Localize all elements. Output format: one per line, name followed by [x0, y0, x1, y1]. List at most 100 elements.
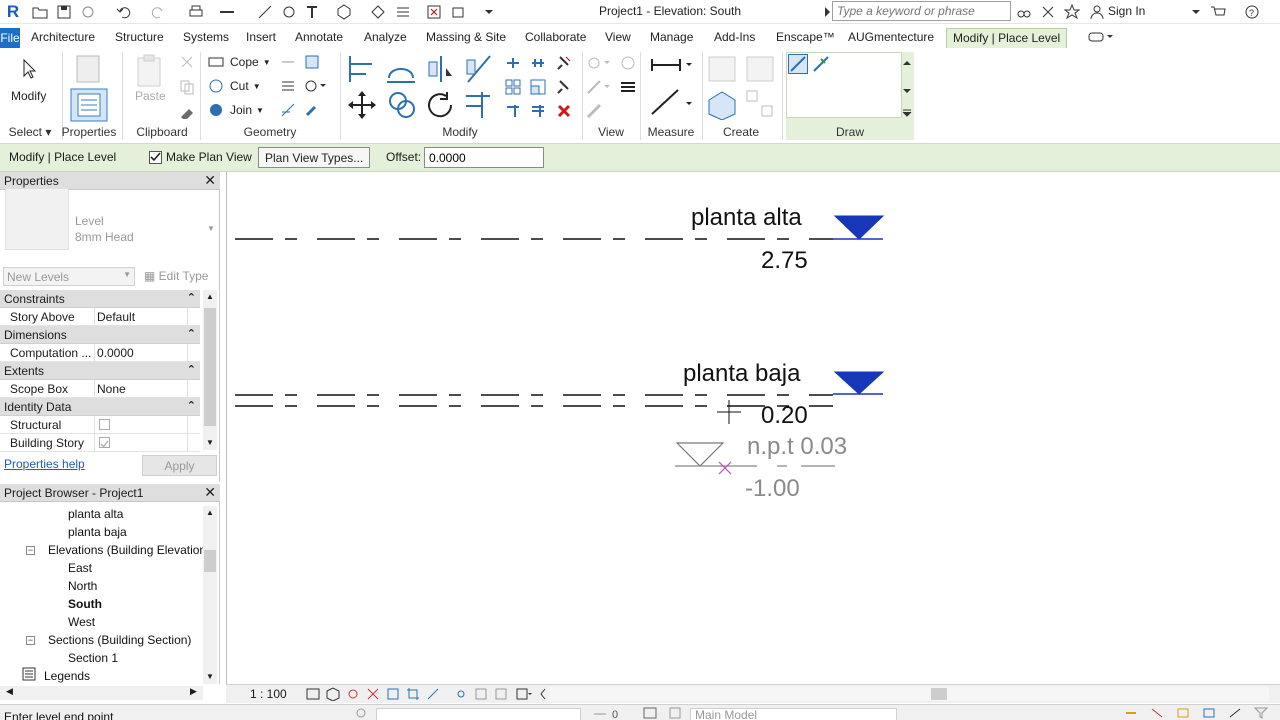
type-properties-icon[interactable]: [73, 54, 105, 86]
collapse-icon[interactable]: ⌃: [187, 327, 196, 340]
crop-view-icon[interactable]: [406, 687, 420, 701]
draw-line-icon[interactable]: [788, 54, 808, 74]
property-value[interactable]: 0.0000: [97, 346, 187, 360]
scrollbar-thumb[interactable]: [204, 308, 216, 426]
subscription-icon[interactable]: [1039, 3, 1057, 21]
type-name[interactable]: 8mm Head: [75, 230, 134, 244]
unpin-icon[interactable]: [556, 55, 572, 71]
create-similar-icon[interactable]: [744, 88, 776, 120]
reveal-hidden-icon[interactable]: [620, 55, 636, 71]
paste-button[interactable]: Paste: [135, 89, 166, 103]
tab-architecture[interactable]: Architecture: [31, 30, 95, 48]
tab-collaborate[interactable]: Collaborate: [525, 30, 586, 48]
trim-extend-icon[interactable]: [462, 90, 494, 120]
tree-item-section-1[interactable]: Section 1: [68, 651, 118, 665]
show-rendering-icon[interactable]: [386, 687, 400, 701]
tree-item-south[interactable]: South: [68, 597, 102, 611]
property-row[interactable]: Structural: [0, 416, 200, 434]
gallery-scroll-down-icon[interactable]: [902, 86, 912, 96]
tree-item-north[interactable]: North: [68, 579, 97, 593]
properties-icon[interactable]: [70, 88, 108, 122]
close-icon[interactable]: ✕: [204, 485, 216, 500]
gallery-expand-icon[interactable]: [902, 108, 912, 118]
select-panel-label[interactable]: Select ▾: [6, 125, 54, 139]
3d-view-icon[interactable]: [335, 3, 353, 21]
signin-dropdown-icon[interactable]: [1187, 3, 1205, 21]
tree-item-legends[interactable]: Legends: [44, 669, 90, 683]
property-row[interactable]: Story Above Default: [0, 308, 200, 326]
cut-clipboard-icon[interactable]: [179, 54, 195, 70]
cope-button[interactable]: Cope ▼: [230, 55, 271, 69]
modify-cursor-icon[interactable]: [20, 58, 40, 80]
elevation-drawing[interactable]: [227, 172, 1280, 684]
override-graphics-icon[interactable]: [586, 79, 612, 95]
join-dropdown-icon[interactable]: ▼: [256, 106, 264, 115]
browser-scrollbar[interactable]: ▲ ▼: [203, 506, 217, 684]
search-input[interactable]: [832, 1, 1011, 21]
move-icon[interactable]: [346, 90, 378, 120]
copy-elements-icon[interactable]: [387, 90, 417, 120]
collapse-icon[interactable]: ⌃: [187, 291, 196, 304]
measure-along-icon[interactable]: [650, 88, 694, 116]
scrollbar-thumb[interactable]: [204, 550, 216, 572]
scroll-up-icon[interactable]: ▲: [206, 292, 214, 301]
scroll-down-icon[interactable]: ▼: [206, 438, 214, 447]
view-scale[interactable]: 1 : 100: [250, 687, 287, 701]
property-value[interactable]: None: [97, 382, 187, 396]
tab-file[interactable]: File: [0, 28, 20, 48]
select-by-face-icon[interactable]: [1202, 707, 1216, 719]
tab-view[interactable]: View: [605, 30, 631, 48]
trim-multiple-icon[interactable]: [530, 103, 546, 119]
switch-windows-icon[interactable]: [450, 3, 468, 21]
text-icon[interactable]: [303, 3, 321, 21]
copy-icon[interactable]: [179, 79, 195, 95]
tab-structure[interactable]: Structure: [115, 30, 164, 48]
tree-item-planta-alta[interactable]: planta alta: [68, 507, 123, 521]
collapse-node-icon[interactable]: −: [26, 636, 35, 645]
scroll-up-icon[interactable]: ▲: [206, 508, 214, 517]
paste-icon[interactable]: [135, 54, 165, 88]
detail-level-icon[interactable]: [306, 687, 320, 701]
rotate-icon[interactable]: [425, 90, 455, 120]
scrollbar-thumb[interactable]: [931, 688, 947, 700]
split-element-icon[interactable]: [505, 55, 521, 71]
unlocked-3d-icon[interactable]: [454, 687, 468, 701]
measure-between-icon[interactable]: [650, 56, 694, 74]
edit-type-button[interactable]: ▦ Edit Type: [142, 267, 214, 286]
demolish-icon[interactable]: [280, 78, 296, 94]
filter-icon[interactable]: [1254, 707, 1268, 719]
tab-analyze[interactable]: Analyze: [364, 30, 407, 48]
worksharing-display-icon[interactable]: [516, 687, 532, 701]
scroll-down-icon[interactable]: ▼: [206, 672, 214, 681]
offset-icon[interactable]: [385, 54, 417, 84]
tab-add-ins[interactable]: Add-Ins: [714, 30, 755, 48]
property-row[interactable]: Scope Box None: [0, 380, 200, 398]
split-face-icon[interactable]: [304, 54, 320, 70]
shadows-icon[interactable]: [366, 687, 380, 701]
worksets-icon[interactable]: [354, 707, 368, 719]
tab-massing-site[interactable]: Massing & Site: [426, 30, 506, 48]
cut-dropdown-icon[interactable]: ▼: [253, 82, 261, 91]
open-icon[interactable]: [31, 3, 49, 21]
instance-filter-select[interactable]: New Levels ▼: [3, 267, 135, 286]
tab-manage[interactable]: Manage: [650, 30, 693, 48]
collapse-icon[interactable]: ⌃: [187, 399, 196, 412]
array-icon[interactable]: [505, 79, 521, 95]
level-line-planta-baja[interactable]: [235, 394, 833, 407]
tree-item-planta-baja[interactable]: planta baja: [68, 525, 127, 539]
mirror-draw-axis-icon[interactable]: [464, 54, 494, 84]
cope-icon[interactable]: [208, 54, 224, 70]
save-icon[interactable]: [55, 3, 73, 21]
measure-qat-icon[interactable]: [218, 3, 236, 21]
tree-item-east[interactable]: East: [68, 561, 92, 575]
canvas-horizontal-scrollbar[interactable]: [549, 687, 1269, 701]
customize-qat-icon[interactable]: [480, 3, 498, 21]
tree-item-sections[interactable]: Sections (Building Section): [48, 633, 191, 647]
revit-logo-icon[interactable]: R: [3, 2, 23, 22]
tab-annotate[interactable]: Annotate: [295, 30, 343, 48]
thin-lines-icon[interactable]: [394, 3, 412, 21]
modify-button[interactable]: Modify: [11, 89, 46, 103]
binoculars-icon[interactable]: [1015, 3, 1033, 21]
trim-single-icon[interactable]: [505, 103, 521, 119]
cart-icon[interactable]: [1209, 3, 1227, 21]
